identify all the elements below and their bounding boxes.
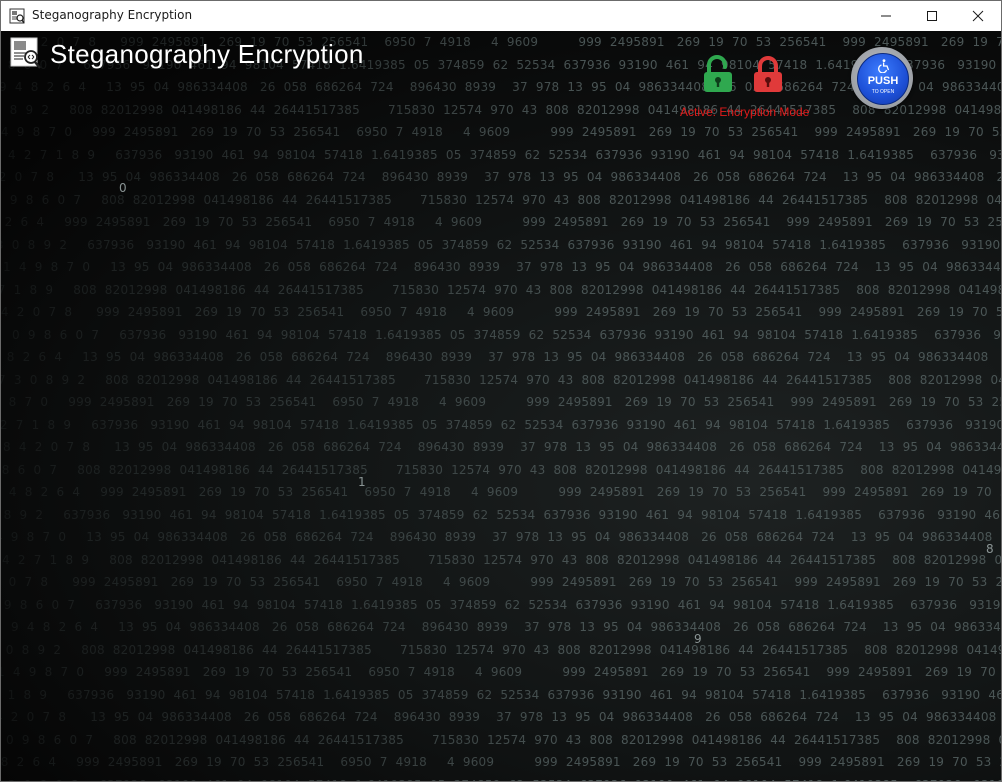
matrix-row: 4 2 7 1 8 9 808 82012998 041498186 44 26… bbox=[2, 552, 1001, 567]
matrix-row: 1 4 9 8 7 0 999 2495891 269 19 70 53 256… bbox=[8, 395, 1001, 409]
unlock-icon[interactable] bbox=[701, 55, 735, 95]
matrix-row: 0 9 8 6 0 7 808 82012998 041498186 44 26… bbox=[1, 462, 1001, 477]
matrix-row: 0 9 8 6 0 7 637936 93190 461 94 98104 57… bbox=[3, 597, 1001, 612]
matrix-row: 7 3 0 8 9 2 808 82012998 041498186 44 26… bbox=[1, 372, 1001, 387]
matrix-background: 8 4 2 0 7 8 999 2495891 269 19 70 53 256… bbox=[1, 31, 1001, 781]
matrix-row: 9 4 8 2 6 4 999 2495891 269 19 70 53 256… bbox=[4, 215, 1001, 229]
matrix-highlight-digit: 9 bbox=[694, 632, 702, 646]
app-icon bbox=[9, 8, 25, 24]
push-button-face: PUSH TO OPEN bbox=[857, 53, 909, 105]
matrix-row: 7 3 0 8 9 2 637936 93190 461 94 98104 57… bbox=[1, 778, 1001, 782]
matrix-row: 8 4 2 0 7 8 999 2495891 269 19 70 53 256… bbox=[8, 575, 1001, 589]
matrix-row: 9 4 8 2 6 4 999 2495891 269 19 70 53 256… bbox=[1, 755, 1001, 769]
matrix-highlight-digit: 0 bbox=[119, 181, 127, 195]
minimize-icon bbox=[881, 15, 891, 17]
push-button-label: PUSH bbox=[867, 75, 899, 87]
page-title: Steganography Encryption bbox=[50, 39, 364, 69]
matrix-row: 0 9 8 6 0 7 637936 93190 461 94 98104 57… bbox=[12, 327, 1001, 342]
matrix-row: 4 2 7 1 8 9 808 82012998 041498186 44 26… bbox=[1, 282, 1001, 297]
matrix-row: 9 4 8 2 6 4 999 2495891 269 19 70 53 256… bbox=[8, 485, 1001, 499]
matrix-row: 4 2 7 1 8 9 637936 93190 461 94 98104 57… bbox=[1, 417, 1001, 432]
window-title: Steganography Encryption bbox=[32, 8, 193, 22]
close-button[interactable] bbox=[955, 1, 1001, 31]
matrix-row: 1 4 9 8 7 0 999 2495891 269 19 70 53 256… bbox=[1, 125, 1001, 139]
matrix-row: 4 2 7 1 8 9 637936 93190 461 94 98104 57… bbox=[7, 687, 1001, 702]
maximize-button[interactable] bbox=[909, 1, 955, 31]
matrix-highlight-digit: 8 bbox=[986, 542, 994, 556]
matrix-row: 1 4 9 8 7 0 13 95 04 986334408 26 058 68… bbox=[1, 530, 993, 544]
push-to-open-button[interactable]: PUSH TO OPEN bbox=[851, 47, 913, 109]
matrix-row: 8 4 2 0 7 8 13 95 04 986334408 26 058 68… bbox=[3, 440, 1001, 454]
maximize-icon bbox=[927, 11, 937, 21]
close-icon bbox=[972, 10, 984, 22]
title-bar[interactable]: Steganography Encryption bbox=[1, 1, 1001, 31]
matrix-row: 7 3 0 8 9 2 808 82012998 041498186 44 26… bbox=[1, 102, 1001, 117]
matrix-row: 1 4 9 8 7 0 13 95 04 986334408 26 058 68… bbox=[3, 260, 1001, 274]
minimize-button[interactable] bbox=[863, 1, 909, 31]
matrix-row: 0 9 8 6 0 7 808 82012998 041498186 44 26… bbox=[1, 192, 1001, 207]
accessibility-icon bbox=[878, 59, 890, 73]
matrix-row: 7 3 0 8 9 2 637936 93190 461 94 98104 57… bbox=[3, 507, 1001, 522]
matrix-row: 8 4 2 0 7 8 999 2495891 269 19 70 53 256… bbox=[1, 305, 1001, 319]
lock-icon[interactable] bbox=[751, 55, 785, 95]
matrix-row: 8 4 2 0 7 8 13 95 04 986334408 26 058 68… bbox=[1, 170, 1001, 184]
matrix-row: 9 4 8 2 6 4 13 95 04 986334408 26 058 68… bbox=[11, 620, 1001, 634]
app-window: Steganography Encryption 8 4 2 0 7 8 999… bbox=[0, 0, 1002, 782]
main-canvas: 8 4 2 0 7 8 999 2495891 269 19 70 53 256… bbox=[1, 31, 1001, 781]
matrix-row: 7 3 0 8 9 2 637936 93190 461 94 98104 57… bbox=[1, 237, 1001, 252]
steganography-logo-icon bbox=[10, 37, 41, 69]
matrix-row: 8 4 2 0 7 8 13 95 04 986334408 26 058 68… bbox=[1, 710, 997, 724]
matrix-highlight-digit: 1 bbox=[358, 475, 366, 489]
mode-status-text: Active: Encryption Mode bbox=[680, 105, 810, 119]
matrix-row: 4 2 7 1 8 9 637936 93190 461 94 98104 57… bbox=[8, 147, 1001, 162]
push-button-sublabel: TO OPEN bbox=[871, 89, 895, 95]
matrix-row: 0 9 8 6 0 7 808 82012998 041498186 44 26… bbox=[6, 732, 1001, 747]
matrix-row: 1 4 9 8 7 0 999 2495891 269 19 70 53 256… bbox=[1, 665, 996, 679]
matrix-row: 9 4 8 2 6 4 13 95 04 986334408 26 058 68… bbox=[6, 350, 1001, 364]
matrix-row: 7 3 0 8 9 2 808 82012998 041498186 44 26… bbox=[5, 642, 1001, 657]
